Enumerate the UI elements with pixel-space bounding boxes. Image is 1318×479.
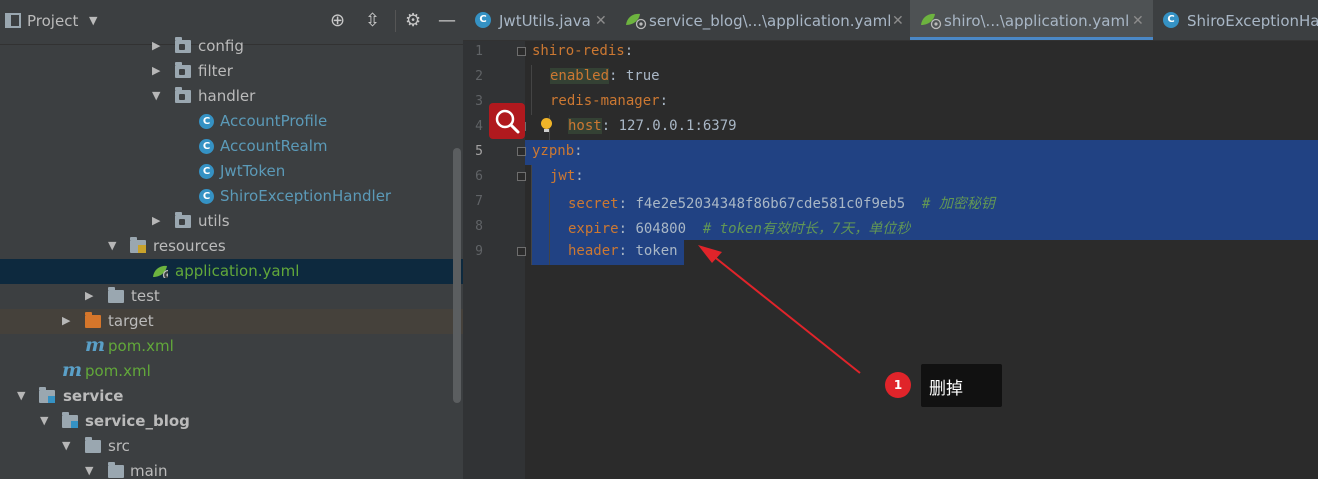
annotation-text: 删掉 (929, 379, 963, 399)
annotation-callout: 删掉 (921, 364, 1002, 407)
annotation-arrow (698, 245, 861, 374)
step-badge: 1 (885, 372, 911, 398)
